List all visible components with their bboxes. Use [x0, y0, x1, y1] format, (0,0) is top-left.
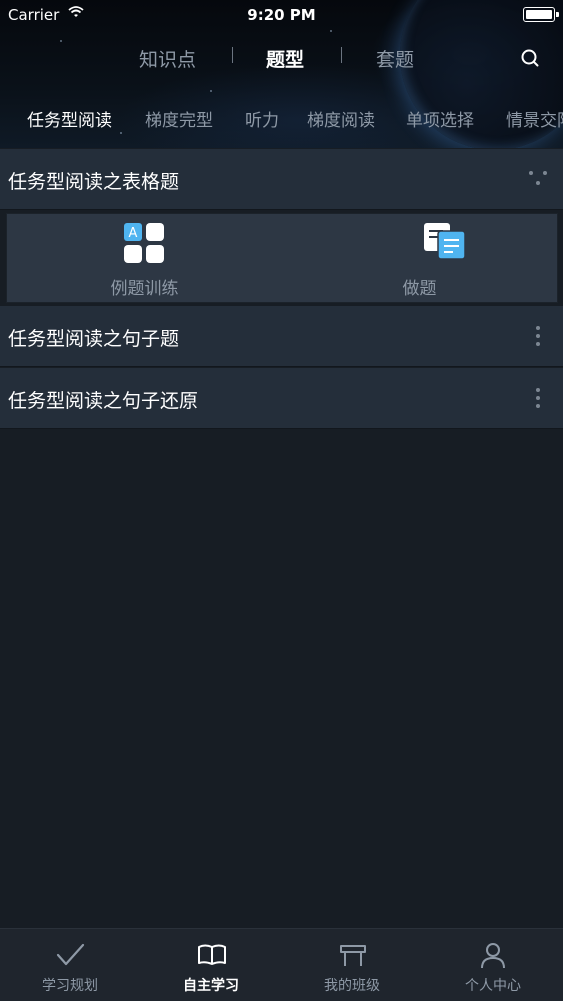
example-training-button[interactable]: A 例题训练 — [7, 214, 282, 302]
desk-icon — [340, 945, 366, 966]
header: Carrier 9:20 PM 知识点 题型 套题 任务型阅读 梯度完型 听力 … — [0, 0, 563, 148]
list-item-label: 任务型阅读之表格题 — [8, 171, 180, 193]
do-exercises-label: 做题 — [402, 279, 437, 299]
search-icon[interactable] — [520, 48, 539, 67]
divider — [341, 47, 342, 63]
nav-label: 学习规划 — [42, 978, 98, 994]
clock: 9:20 PM — [247, 6, 316, 24]
list-item[interactable]: 任务型阅读之句子题 — [0, 306, 563, 367]
sub-tabs: 任务型阅读 梯度完型 听力 梯度阅读 单项选择 情景交际 — [0, 100, 563, 136]
nav-my-class[interactable]: 我的班级 — [282, 929, 422, 1001]
subtab-situational-dialogue[interactable]: 情景交际 — [506, 106, 563, 131]
tab-question-types[interactable]: 题型 — [266, 45, 304, 72]
collapse-dots-icon[interactable] — [528, 169, 548, 191]
book-icon — [198, 944, 226, 965]
expanded-actions-panel: A 例题训练 做题 — [6, 213, 558, 303]
do-exercises-button[interactable]: 做题 — [282, 214, 557, 302]
nav-self-study[interactable]: 自主学习 — [141, 929, 281, 1001]
nav-label: 自主学习 — [183, 978, 239, 994]
grid-icon-letter: A — [129, 226, 138, 241]
status-bar: Carrier 9:20 PM — [0, 0, 563, 30]
list-item[interactable]: 任务型阅读之句子还原 — [0, 368, 563, 429]
subtab-listening[interactable]: 听力 — [245, 106, 279, 131]
tab-question-sets[interactable]: 套题 — [376, 45, 414, 72]
example-training-label: 例题训练 — [110, 279, 179, 299]
person-icon — [481, 943, 505, 969]
nav-label: 个人中心 — [465, 978, 521, 994]
subtab-gradient-cloze[interactable]: 梯度完型 — [145, 106, 213, 131]
grid-a-icon: A — [124, 223, 164, 263]
nav-label: 我的班级 — [324, 978, 380, 994]
subtab-gradient-reading[interactable]: 梯度阅读 — [307, 106, 375, 131]
divider — [232, 47, 233, 63]
more-vertical-icon[interactable] — [528, 326, 548, 348]
document-icon — [424, 223, 466, 260]
star — [210, 90, 212, 92]
star — [330, 30, 332, 32]
subtab-task-reading[interactable]: 任务型阅读 — [27, 106, 112, 131]
tab-knowledge-points[interactable]: 知识点 — [139, 45, 196, 72]
nav-study-plan[interactable]: 学习规划 — [0, 929, 140, 1001]
check-icon — [56, 943, 85, 966]
list-item[interactable]: 任务型阅读之表格题 — [0, 149, 563, 210]
list-item-label: 任务型阅读之句子还原 — [8, 390, 199, 412]
bottom-nav: 学习规划 自主学习 我的班级 个人中心 — [0, 928, 563, 1001]
more-vertical-icon[interactable] — [528, 388, 548, 410]
subtab-single-choice[interactable]: 单项选择 — [406, 106, 474, 131]
top-tabs: 知识点 题型 套题 — [0, 40, 563, 76]
battery-icon — [523, 7, 559, 22]
list-item-label: 任务型阅读之句子题 — [8, 328, 180, 350]
nav-personal-center[interactable]: 个人中心 — [423, 929, 563, 1001]
